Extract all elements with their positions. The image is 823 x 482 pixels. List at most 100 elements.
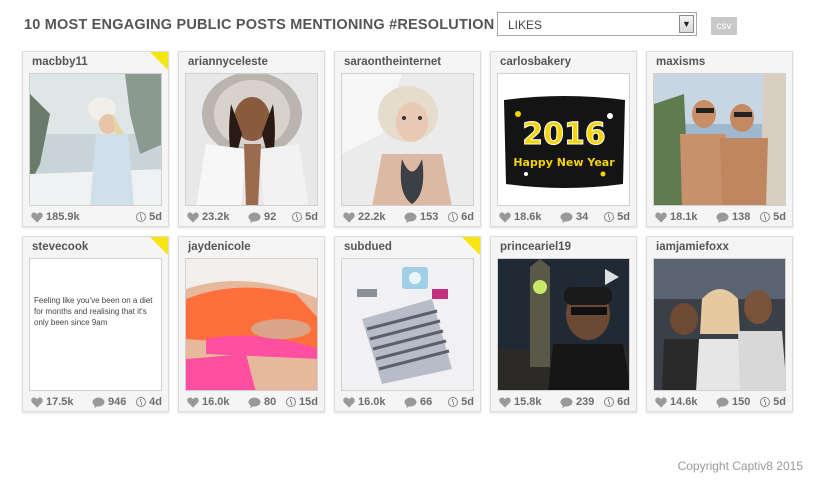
heart-icon [31,397,43,407]
comment-icon [716,397,729,408]
post-age: 6d [617,396,630,408]
age-stat: 6d [448,211,474,223]
comments-stat: 66 [404,396,432,408]
post-username[interactable]: subdued [344,241,392,253]
comment-icon [248,397,261,408]
heart-icon [655,212,667,222]
post-card[interactable]: subdued 16.0k 66 5d [334,236,481,412]
post-text[interactable]: Feeling like you've been on a diet for m… [29,258,162,391]
post-card[interactable]: carlosbakery 2016 Happy New Year 18.6k 3… [490,51,637,227]
comments-stat: 153 [404,211,438,223]
post-card[interactable]: jaydenicole 16.0k 80 15d [178,236,325,412]
heart-icon [343,212,355,222]
likes-count: 18.6k [514,211,542,223]
post-image[interactable] [185,73,318,206]
comments-count: 153 [420,211,439,223]
post-stats: 22.2k 153 6d [343,211,474,225]
comment-icon [560,397,573,408]
comments-count: 150 [732,396,751,408]
clock-icon [292,212,303,222]
post-stats: 16.0k 80 15d [187,396,318,410]
likes-stat: 14.6k [655,396,698,408]
post-stats: 17.5k 946 4d [31,396,162,410]
likes-count: 15.8k [514,396,542,408]
csv-export-button[interactable]: csv [711,17,737,35]
clock-icon [136,397,147,407]
likes-count: 23.2k [202,211,230,223]
post-username[interactable]: princeariel19 [500,241,571,253]
flag-corner [462,237,480,255]
post-stats: 18.6k 34 5d [499,211,630,225]
post-age: 5d [305,211,318,223]
clock-icon [604,212,615,222]
post-card[interactable]: stevecook Feeling like you've been on a … [22,236,169,412]
post-video[interactable] [497,258,630,391]
comment-icon [560,212,573,223]
comments-count: 34 [576,211,589,223]
post-stats: 18.1k 138 5d [655,211,786,225]
comments-count: 946 [108,396,127,408]
heart-icon [655,397,667,407]
post-image[interactable] [341,73,474,206]
likes-count: 16.0k [358,396,386,408]
post-card[interactable]: macbby11 185.9k 5d [22,51,169,227]
post-card[interactable]: ariannyceleste 23.2k 92 5d [178,51,325,227]
comment-icon [404,212,417,223]
post-username[interactable]: maxisms [656,56,705,68]
post-username[interactable]: ariannyceleste [188,56,268,68]
clock-icon [286,397,297,407]
comments-count: 92 [264,211,277,223]
age-stat: 5d [760,211,786,223]
post-card[interactable]: maxisms 18.1k 138 5d [646,51,793,227]
comments-stat: 34 [560,211,588,223]
age-stat: 5d [136,211,162,223]
age-stat: 6d [604,396,630,408]
post-username[interactable]: jaydenicole [188,241,251,253]
post-card[interactable]: saraontheinternet 22.2k 153 6d [334,51,481,227]
heart-icon [187,212,199,222]
post-image[interactable] [653,258,786,391]
age-stat: 4d [136,396,162,408]
post-username[interactable]: carlosbakery [500,56,571,68]
post-image[interactable] [653,73,786,206]
post-image[interactable] [29,73,162,206]
post-image[interactable]: 2016 Happy New Year [497,73,630,206]
heart-icon [499,397,511,407]
likes-count: 22.2k [358,211,386,223]
flag-corner [150,237,168,255]
post-card[interactable]: iamjamiefoxx 14.6k 150 5d [646,236,793,412]
comments-count: 66 [420,396,433,408]
comments-stat: 80 [248,396,276,408]
likes-stat: 15.8k [499,396,542,408]
post-username[interactable]: stevecook [32,241,88,253]
likes-stat: 185.9k [31,211,80,223]
post-username[interactable]: macbby11 [32,56,88,68]
heart-icon [499,212,511,222]
post-stats: 15.8k 239 6d [499,396,630,410]
play-icon[interactable] [605,269,619,285]
age-stat: 15d [286,396,318,408]
post-image[interactable] [341,258,474,391]
post-username[interactable]: iamjamiefoxx [656,241,729,253]
post-image[interactable] [185,258,318,391]
clock-icon [448,397,459,407]
likes-stat: 17.5k [31,396,74,408]
post-stats: 185.9k 5d [31,211,162,225]
chevron-down-icon[interactable]: ▼ [679,15,694,33]
post-stats: 16.0k 66 5d [343,396,474,410]
comment-icon [716,212,729,223]
post-age: 15d [299,396,318,408]
heart-icon [31,212,43,222]
comments-count: 239 [576,396,595,408]
clock-icon [760,397,771,407]
age-stat: 5d [292,211,318,223]
post-age: 5d [773,211,786,223]
likes-stat: 22.2k [343,211,386,223]
post-card[interactable]: princeariel19 15.8k 239 6d [490,236,637,412]
sort-by-select[interactable]: LIKES ▼ [497,12,697,36]
comments-stat: 239 [560,396,594,408]
post-username[interactable]: saraontheinternet [344,56,441,68]
likes-count: 18.1k [670,211,698,223]
age-stat: 5d [604,211,630,223]
likes-stat: 23.2k [187,211,230,223]
